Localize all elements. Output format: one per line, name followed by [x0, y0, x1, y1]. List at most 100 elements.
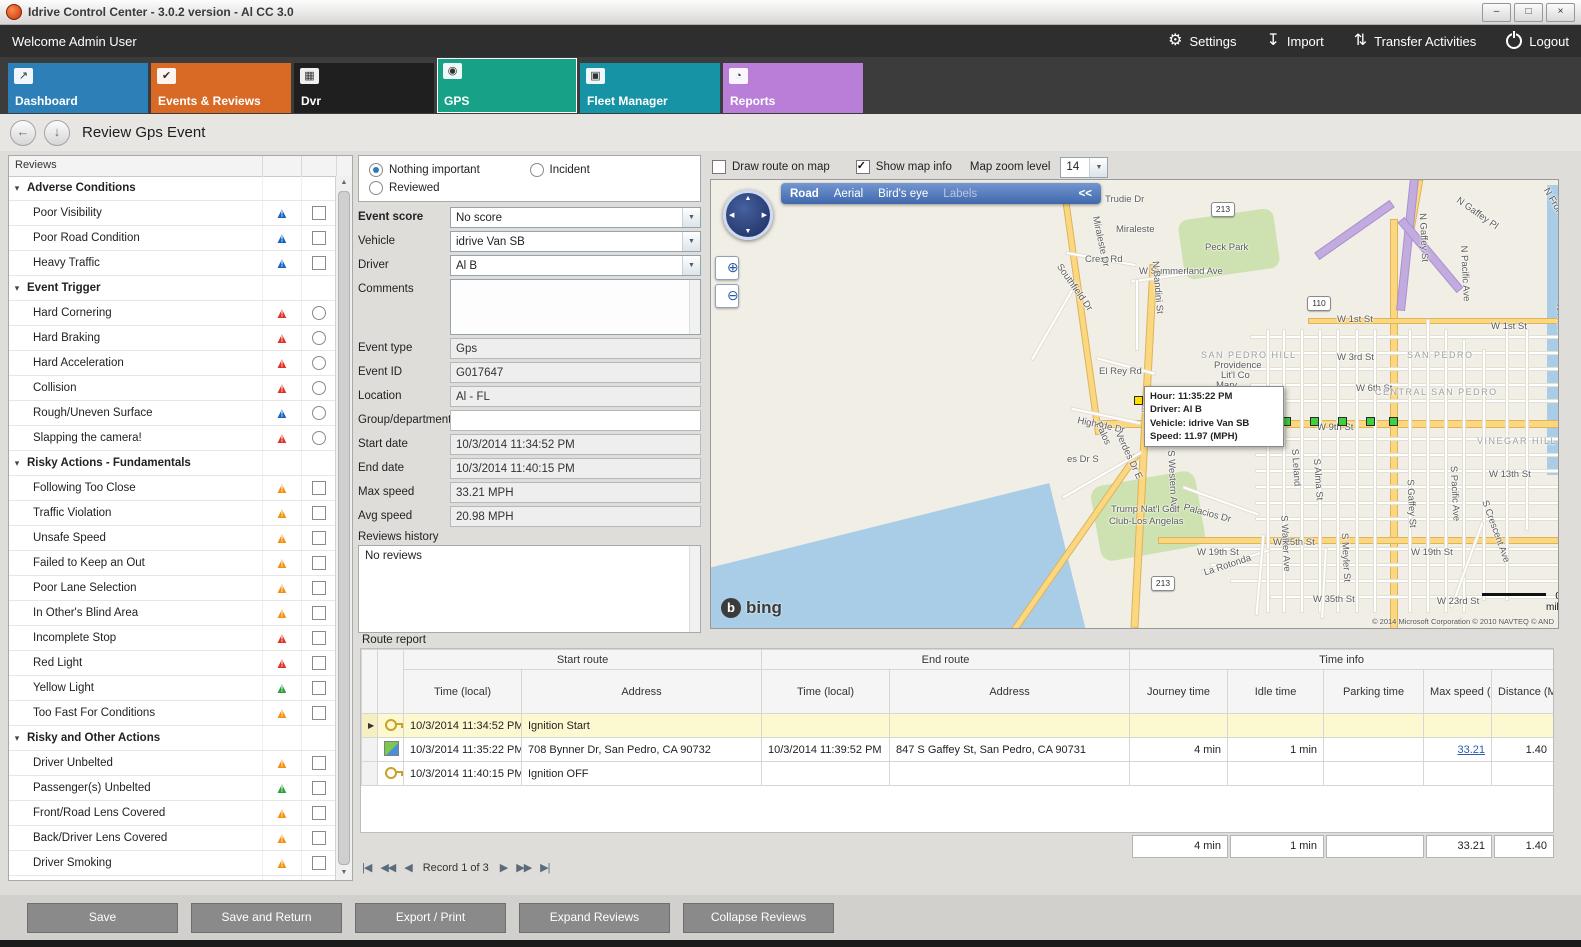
- close-button[interactable]: ×: [1546, 3, 1575, 22]
- review-item-checkbox[interactable]: [312, 581, 326, 595]
- review-item-row[interactable]: Heavy Traffic▲!: [9, 251, 336, 276]
- event-score-select[interactable]: No score▼: [450, 207, 701, 228]
- review-item-checkbox[interactable]: [312, 656, 326, 670]
- col-end-address[interactable]: Address: [890, 670, 1130, 714]
- review-item-row[interactable]: Poor Road Condition▲!: [9, 226, 336, 251]
- collapse-icon[interactable]: ▾: [9, 183, 25, 194]
- col-end-time[interactable]: Time (local): [762, 670, 890, 714]
- tab-fleet-manager[interactable]: ▣Fleet Manager: [580, 63, 720, 113]
- reviews-scrollbar[interactable]: ▲ ▼: [335, 176, 352, 880]
- review-item-radio[interactable]: [312, 431, 326, 445]
- review-item-checkbox[interactable]: [312, 806, 326, 820]
- review-item-row[interactable]: Yellow Light▲!: [9, 676, 336, 701]
- review-item-row[interactable]: Collision▲!: [9, 376, 336, 401]
- col-start-address[interactable]: Address: [522, 670, 762, 714]
- collapse-icon[interactable]: ▾: [9, 283, 25, 294]
- tab-gps[interactable]: ◉GPS: [437, 58, 577, 113]
- settings-button[interactable]: ⚙ Settings: [1168, 33, 1236, 49]
- export-print-button[interactable]: Export / Print: [355, 903, 506, 933]
- review-item-checkbox[interactable]: [312, 256, 326, 270]
- nav-down-button[interactable]: ↓: [44, 120, 70, 146]
- map[interactable]: Trudie DrN Front StN Gaffey PlPeck ParkM…: [710, 179, 1559, 629]
- review-item-row[interactable]: In Other's Blind Area▲!: [9, 601, 336, 626]
- transfer-activities-button[interactable]: ⇅ Transfer Activities: [1354, 33, 1477, 49]
- status-option-incident[interactable]: Incident: [530, 163, 691, 177]
- review-group-row[interactable]: ▾Event Trigger: [9, 276, 336, 301]
- review-item-checkbox[interactable]: [312, 631, 326, 645]
- review-group-row[interactable]: ▾Adverse Conditions: [9, 176, 336, 201]
- pager-prev-fast-button[interactable]: ◀◀: [380, 861, 395, 874]
- zoom-out-button[interactable]: ⊖: [715, 284, 739, 308]
- review-item-checkbox[interactable]: [312, 506, 326, 520]
- tab-dvr[interactable]: ▦Dvr: [294, 63, 434, 113]
- scrollbar-thumb[interactable]: [338, 191, 350, 865]
- tab-reports[interactable]: ◔Reports: [723, 63, 863, 113]
- pager-first-button[interactable]: |◀: [362, 861, 371, 874]
- pan-east-icon[interactable]: ▶: [762, 211, 767, 219]
- vehicle-select[interactable]: idrive Van SB▼: [450, 231, 701, 252]
- map-nav-collapse-button[interactable]: <<: [1079, 188, 1092, 200]
- review-item-row[interactable]: Too Fast For Conditions▲!: [9, 701, 336, 726]
- route-point-marker[interactable]: [1134, 396, 1143, 405]
- logout-button[interactable]: Logout: [1506, 33, 1569, 49]
- comments-scrollbar[interactable]: [689, 280, 700, 334]
- review-item-row[interactable]: Incomplete Stop▲!: [9, 626, 336, 651]
- map-road-button[interactable]: Road: [790, 188, 819, 200]
- tab-events-reviews[interactable]: ✔Events & Reviews: [151, 63, 291, 113]
- pan-north-icon[interactable]: ▲: [745, 195, 752, 202]
- driver-select[interactable]: Al B▼: [450, 255, 701, 276]
- pager-prev-button[interactable]: ◀: [404, 861, 411, 874]
- review-item-row[interactable]: Rough/Uneven Surface▲!: [9, 401, 336, 426]
- review-item-checkbox[interactable]: [312, 756, 326, 770]
- max-speed-link[interactable]: 33.21: [1458, 744, 1486, 756]
- route-point-marker[interactable]: [1338, 417, 1347, 426]
- show-map-info-checkbox[interactable]: [856, 160, 870, 174]
- save-button[interactable]: Save: [27, 903, 178, 933]
- review-item-row[interactable]: Traffic Violation▲!: [9, 501, 336, 526]
- route-point-marker[interactable]: [1366, 417, 1375, 426]
- col-parking-time[interactable]: Parking time: [1324, 670, 1424, 714]
- review-item-checkbox[interactable]: [312, 706, 326, 720]
- review-item-checkbox[interactable]: [312, 481, 326, 495]
- review-group-row[interactable]: ▾Risky Actions - Fundamentals: [9, 451, 336, 476]
- review-item-row[interactable]: Following Too Close▲!: [9, 476, 336, 501]
- status-option-reviewed[interactable]: Reviewed: [369, 181, 530, 195]
- collapse-icon[interactable]: ▾: [9, 733, 25, 744]
- expand-reviews-button[interactable]: Expand Reviews: [519, 903, 670, 933]
- collapse-icon[interactable]: ▾: [9, 458, 25, 469]
- route-row[interactable]: 10/3/2014 11:40:15 PMIgnition OFF: [362, 762, 1554, 786]
- col-distance[interactable]: Distance (Miles): [1492, 670, 1554, 714]
- review-item-radio[interactable]: [312, 306, 326, 320]
- pan-south-icon[interactable]: ▼: [745, 228, 752, 235]
- scroll-up-icon[interactable]: ▲: [341, 176, 348, 190]
- history-scrollbar[interactable]: [689, 546, 700, 632]
- draw-route-checkbox[interactable]: [712, 160, 726, 174]
- review-item-row[interactable]: Poor Lane Selection▲!: [9, 576, 336, 601]
- route-row[interactable]: 10/3/2014 11:35:22 PM708 Bynner Dr, San …: [362, 738, 1554, 762]
- review-item-checkbox[interactable]: [312, 856, 326, 870]
- minimize-button[interactable]: –: [1482, 3, 1511, 22]
- review-item-checkbox[interactable]: [312, 231, 326, 245]
- review-item-row[interactable]: Passenger(s) Unbelted▲!: [9, 776, 336, 801]
- map-compass-control[interactable]: ▲ ▼ ◀ ▶: [723, 190, 773, 240]
- nav-back-button[interactable]: ←: [10, 120, 36, 146]
- review-item-row[interactable]: Front/Road Lens Covered▲!: [9, 801, 336, 826]
- pager-last-button[interactable]: ▶|: [540, 861, 549, 874]
- review-item-row[interactable]: Hard Acceleration▲!: [9, 351, 336, 376]
- tab-dashboard[interactable]: ↗Dashboard: [8, 63, 148, 113]
- review-item-row[interactable]: Failed to Keep an Out▲!: [9, 551, 336, 576]
- col-journey-time[interactable]: Journey time: [1130, 670, 1228, 714]
- review-item-checkbox[interactable]: [312, 681, 326, 695]
- review-item-row[interactable]: Slapping the camera!▲!: [9, 426, 336, 451]
- route-point-marker[interactable]: [1389, 417, 1398, 426]
- review-item-radio[interactable]: [312, 331, 326, 345]
- comments-input[interactable]: [450, 279, 701, 335]
- route-row[interactable]: ▶10/3/2014 11:34:52 PMIgnition Start: [362, 714, 1554, 738]
- review-item-radio[interactable]: [312, 381, 326, 395]
- pan-west-icon[interactable]: ◀: [729, 211, 734, 219]
- group-department-field[interactable]: [450, 410, 701, 431]
- review-item-row[interactable]: Poor Visibility▲!: [9, 201, 336, 226]
- collapse-reviews-button[interactable]: Collapse Reviews: [683, 903, 834, 933]
- col-idle-time[interactable]: Idle time: [1228, 670, 1324, 714]
- maximize-button[interactable]: □: [1514, 3, 1543, 22]
